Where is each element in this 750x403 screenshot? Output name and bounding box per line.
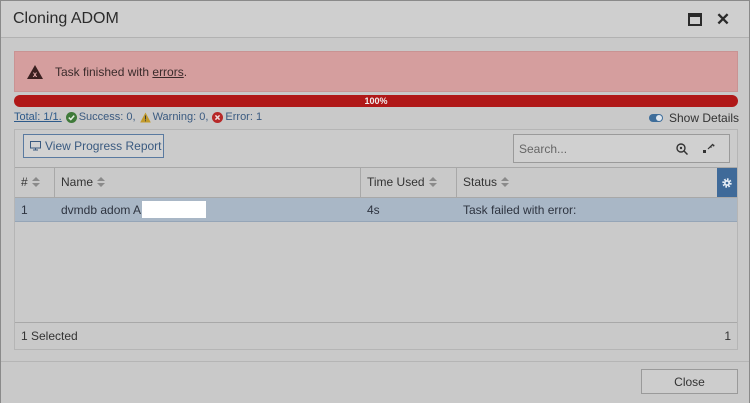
cell-name: dvmdb adom A [55,198,361,222]
close-icon[interactable]: ✕ [715,11,731,28]
table-header: # Name Time Used Status [15,168,737,198]
cloning-adom-dialog: Cloning ADOM ✕ x Task finished with erro… [0,0,750,403]
sort-icon [97,177,106,188]
sort-icon [501,177,510,188]
cell-index: 1 [21,203,28,217]
search-input[interactable] [519,139,664,159]
column-label: Status [463,175,498,189]
gear-icon [722,177,732,188]
progress-bar: 100% [14,95,738,107]
errors-link[interactable]: errors [152,65,183,79]
error-count: Error: 1 [225,111,263,123]
clear-filter-icon[interactable] [702,143,716,155]
search-icon[interactable] [676,143,688,155]
toggle-switch[interactable] [649,114,663,122]
sort-icon [428,177,437,188]
dialog-title: Cloning ADOM [13,10,119,27]
show-details-label: Show Details [669,111,740,125]
search-box [513,134,730,163]
error-triangle-icon: x [27,65,43,79]
progress-label: 100% [364,96,388,106]
view-progress-report-label: View Progress Report [45,139,162,153]
table-footer: 1 Selected 1 [15,322,737,349]
column-header-status[interactable]: Status [457,168,717,197]
success-count: Success: 0, [78,111,136,123]
column-label: Name [61,175,94,189]
total-link[interactable]: Total: 1/1. [14,111,62,123]
dialog-footer: Close [1,361,749,403]
alert-text-prefix: Task finished with [55,65,153,79]
table-row[interactable]: 1 dvmdb adom A 4s Task failed with error… [15,198,737,222]
column-label: Time Used [367,175,425,189]
alert-text-suffix: . [183,65,188,79]
task-table: # Name Time Used Status 1 dvmdb adom A 4… [15,167,737,322]
monitor-icon [30,141,41,151]
svg-text:x: x [33,70,38,79]
warning-count: Warning: 0, [152,111,209,123]
column-header-time-used[interactable]: Time Used [361,168,457,197]
redacted-block [142,200,207,218]
selected-count: 1 Selected [21,329,78,343]
alert-message: Task finished with errors. [55,65,187,79]
error-alert: x Task finished with errors. [14,51,738,92]
cell-status: Task failed with error: [463,203,577,217]
task-summary: Total: 1/1. Success: 0, Warning: 0, Erro… [14,111,264,123]
sort-icon [31,177,40,188]
total-count: 1 [724,329,731,343]
cell-name-text: dvmdb adom A [61,203,142,217]
cell-time-used: 4s [367,203,380,217]
maximize-icon[interactable] [687,12,703,28]
dialog-titlebar: Cloning ADOM ✕ [1,1,749,38]
view-progress-report-button[interactable]: View Progress Report [23,134,164,158]
column-header-index[interactable]: # [15,168,55,197]
column-label: # [21,175,28,189]
column-settings-button[interactable] [717,168,737,197]
warning-triangle-icon [139,112,151,122]
error-circle-icon [212,111,224,123]
close-button[interactable]: Close [641,369,738,394]
column-header-name[interactable]: Name [55,168,361,197]
check-circle-icon [65,111,77,123]
results-panel: View Progress Report # [14,129,738,350]
show-details-toggle[interactable]: Show Details [649,111,739,125]
